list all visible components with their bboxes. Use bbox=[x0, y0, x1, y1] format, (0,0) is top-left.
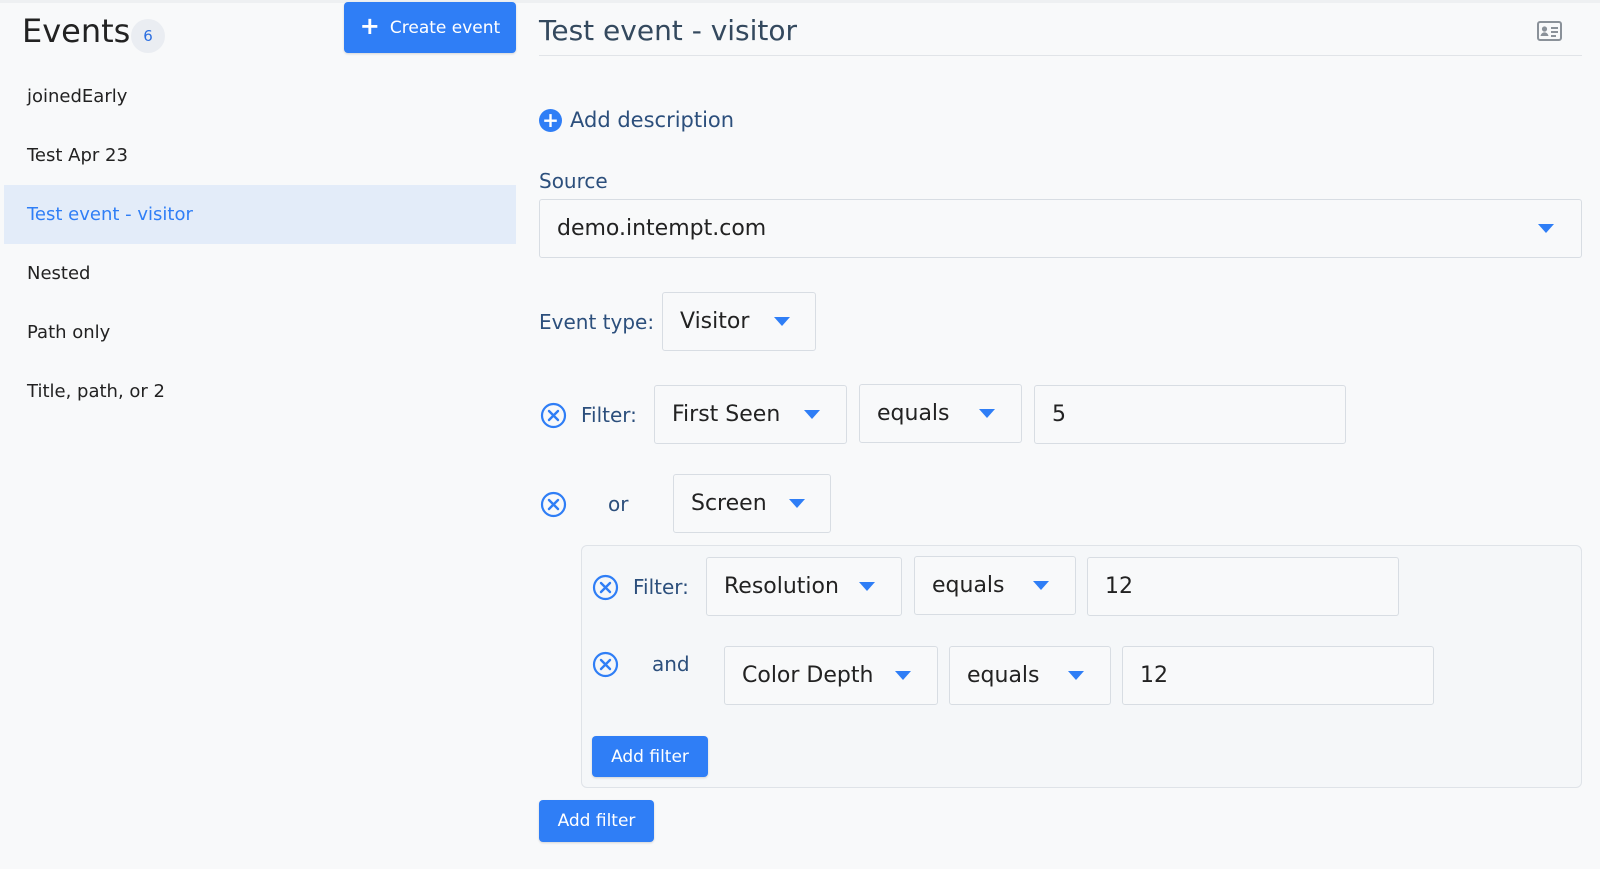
create-event-label: Create event bbox=[389, 17, 501, 38]
event-item[interactable]: joinedEarly bbox=[4, 67, 516, 126]
chevron-down-icon bbox=[804, 410, 820, 419]
source-select[interactable]: demo.intempt.com bbox=[539, 199, 1582, 258]
events-count-badge: 6 bbox=[131, 19, 165, 53]
remove-filter-icon[interactable] bbox=[540, 402, 567, 429]
filter-label: Filter: bbox=[633, 575, 689, 599]
events-sidebar: Events 6 + Create event joinedEarly Test… bbox=[0, 0, 518, 869]
filter-operator-select[interactable]: equals bbox=[949, 646, 1111, 705]
filter-value: 12 bbox=[1105, 574, 1133, 599]
filter-value: 12 bbox=[1140, 663, 1168, 688]
remove-group-icon[interactable] bbox=[540, 491, 567, 518]
filter-field-select[interactable]: Color Depth bbox=[724, 646, 938, 705]
event-item[interactable]: Title, path, or 2 bbox=[4, 362, 516, 421]
sidebar-title: Events bbox=[22, 12, 131, 50]
add-nested-filter-button[interactable]: Add filter bbox=[592, 736, 708, 777]
event-type-value: Visitor bbox=[680, 309, 750, 334]
add-description-link[interactable]: + Add description bbox=[539, 108, 734, 132]
filter-field-value: Resolution bbox=[724, 574, 839, 599]
events-list: joinedEarly Test Apr 23 Test event - vis… bbox=[4, 67, 516, 421]
chevron-down-icon bbox=[859, 582, 875, 591]
source-value: demo.intempt.com bbox=[557, 216, 767, 241]
filter-operator-value: equals bbox=[932, 573, 1005, 598]
event-title[interactable]: Test event - visitor bbox=[539, 14, 797, 47]
event-item[interactable]: Path only bbox=[4, 303, 516, 362]
filter-value: 5 bbox=[1052, 402, 1066, 427]
and-connector-label: and bbox=[652, 652, 690, 676]
filter-field-value: First Seen bbox=[672, 402, 781, 427]
filter-operator-value: equals bbox=[877, 401, 950, 426]
source-label: Source bbox=[539, 169, 608, 193]
remove-filter-icon[interactable] bbox=[592, 574, 619, 601]
plus-icon: + bbox=[359, 12, 380, 40]
or-connector-label: or bbox=[608, 492, 629, 516]
id-card-icon[interactable] bbox=[1537, 21, 1562, 41]
remove-filter-icon[interactable] bbox=[592, 651, 619, 678]
filter-operator-select[interactable]: equals bbox=[859, 384, 1022, 443]
event-item[interactable]: Nested bbox=[4, 244, 516, 303]
add-description-label: Add description bbox=[570, 108, 735, 132]
event-item[interactable]: Test Apr 23 bbox=[4, 126, 516, 185]
filter-field-select[interactable]: Resolution bbox=[706, 557, 902, 616]
title-divider bbox=[539, 55, 1582, 56]
group-type-select[interactable]: Screen bbox=[673, 474, 831, 533]
chevron-down-icon bbox=[789, 499, 805, 508]
event-type-label: Event type: bbox=[539, 310, 655, 334]
add-filter-button[interactable]: Add filter bbox=[539, 800, 654, 842]
plus-circle-icon: + bbox=[539, 108, 562, 132]
filter-field-value: Color Depth bbox=[742, 663, 874, 688]
event-item-selected[interactable]: Test event - visitor bbox=[4, 185, 516, 244]
filter-value-input[interactable]: 12 bbox=[1087, 557, 1399, 616]
chevron-down-icon bbox=[1538, 224, 1554, 233]
chevron-down-icon bbox=[979, 409, 995, 418]
event-type-select[interactable]: Visitor bbox=[662, 292, 816, 351]
chevron-down-icon bbox=[1033, 581, 1049, 590]
create-event-button[interactable]: + Create event bbox=[344, 2, 516, 53]
filter-value-input[interactable]: 5 bbox=[1034, 385, 1346, 444]
filter-operator-value: equals bbox=[967, 663, 1040, 688]
chevron-down-icon bbox=[774, 317, 790, 326]
group-type-value: Screen bbox=[691, 491, 767, 516]
chevron-down-icon bbox=[1068, 671, 1084, 680]
filter-value-input[interactable]: 12 bbox=[1122, 646, 1434, 705]
nested-filter-group: Filter: Resolution equals 12 and Color D… bbox=[581, 545, 1582, 788]
chevron-down-icon bbox=[895, 671, 911, 680]
filter-field-select[interactable]: First Seen bbox=[654, 385, 847, 444]
filter-operator-select[interactable]: equals bbox=[914, 556, 1076, 615]
event-editor: Test event - visitor + Add description S… bbox=[539, 0, 1584, 869]
filter-label: Filter: bbox=[581, 403, 637, 427]
